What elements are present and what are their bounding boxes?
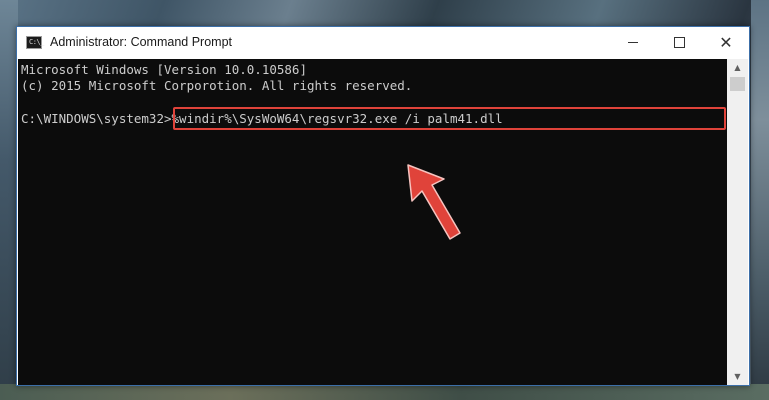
command-highlight-box (173, 107, 726, 130)
scroll-up-icon[interactable]: ▲ (727, 59, 748, 76)
console-output[interactable]: Microsoft Windows [Version 10.0.10586] (… (18, 59, 727, 385)
scrollbar-thumb[interactable] (730, 77, 745, 91)
scroll-down-icon[interactable]: ▼ (727, 368, 748, 385)
version-line: Microsoft Windows [Version 10.0.10586] (21, 62, 307, 77)
title-bar[interactable]: C:\_ Administrator: Command Prompt ✕ (17, 27, 749, 59)
close-icon: ✕ (719, 32, 733, 52)
vertical-scrollbar[interactable]: ▲ ▼ (727, 59, 748, 385)
maximize-button[interactable] (656, 27, 702, 58)
copyright-line: (c) 2015 Microsoft Corporotion. All righ… (21, 78, 413, 93)
desktop-background-bottom (0, 384, 769, 400)
cmd-icon: C:\_ (26, 36, 44, 49)
command-prompt-window[interactable]: C:\_ Administrator: Command Prompt ✕ Mic… (16, 26, 750, 386)
window-title: Administrator: Command Prompt (50, 35, 233, 49)
prompt-text: C:\WINDOWS\system32> (21, 111, 172, 126)
red-arrow-icon (407, 164, 461, 240)
maximize-icon (673, 37, 685, 48)
desktop-background-right (751, 0, 769, 400)
minimize-icon (628, 42, 638, 43)
close-button[interactable]: ✕ (703, 27, 749, 58)
minimize-button[interactable] (610, 27, 656, 58)
cmd-icon-text: C:\_ (29, 38, 44, 46)
